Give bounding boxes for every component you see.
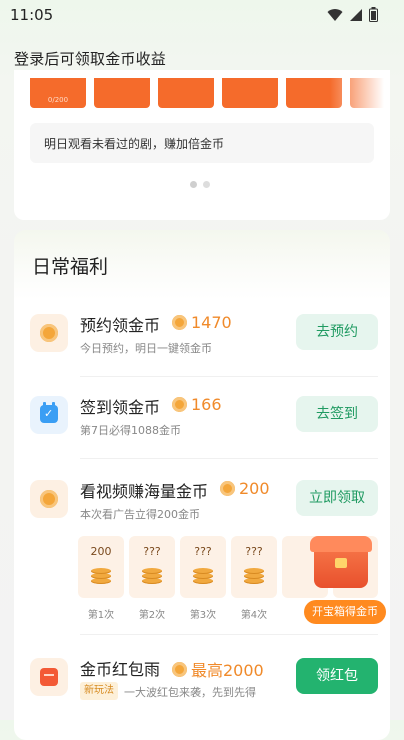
- coin-icon: [220, 481, 235, 496]
- claim-now-button[interactable]: 立即领取: [296, 480, 378, 516]
- task-reserve: 预约领金币 1470 今日预约，明日一键领金币 去预约: [30, 310, 378, 370]
- reward-tile: 0/200: [30, 78, 86, 108]
- coin-icon: [172, 661, 187, 677]
- status-time: 11:05: [10, 6, 54, 24]
- open-chest-button[interactable]: 开宝箱得金币: [304, 600, 386, 624]
- task-coin-rain: 金币红包雨 最高2000 新玩法 一大波红包来袭，先到先得 领红包: [30, 654, 378, 714]
- reserve-button[interactable]: 去预约: [296, 314, 378, 350]
- task-reward: 200: [220, 479, 270, 498]
- video-reward-tile[interactable]: ???: [180, 536, 226, 598]
- treasure-chest-icon[interactable]: [304, 532, 378, 608]
- coin-stack-icon: [91, 568, 111, 584]
- video-reward-amount: ???: [194, 545, 212, 558]
- carousel-dot-active[interactable]: [190, 181, 197, 188]
- reward-tile: [94, 78, 150, 108]
- reward-tile: [158, 78, 214, 108]
- daily-title: 日常福利: [32, 256, 109, 278]
- video-reward-amount: 200: [90, 545, 112, 558]
- tip-box: 明日观看未看过的剧，赚加倍金币: [30, 123, 374, 163]
- task-subtitle: 一大波红包来袭，先到先得: [124, 686, 256, 699]
- video-reward-label: 第4次: [240, 610, 268, 621]
- video-reward-tile[interactable]: ???: [129, 536, 175, 598]
- task-watch-video: 看视频赚海量金币 200 本次看广告立得200金币 立即领取: [30, 476, 378, 536]
- new-feature-badge: 新玩法: [80, 682, 118, 700]
- coin-icon: [172, 315, 187, 330]
- video-reward-label: 第2次: [138, 610, 166, 621]
- task-subtitle: 本次看广告立得200金币: [80, 508, 200, 521]
- task-reward-value: 200: [239, 479, 270, 498]
- battery-icon: [369, 7, 378, 22]
- task-checkin: 签到领金币 166 第7日必得1088金币 去签到: [30, 392, 378, 452]
- red-envelope-icon: [40, 668, 58, 686]
- task-reward: 最高2000: [172, 657, 264, 681]
- reward-tile-caption: 0/200: [47, 96, 69, 104]
- tiles-fade: [330, 78, 390, 108]
- get-red-envelope-button[interactable]: 领红包: [296, 658, 378, 694]
- top-card: 0/200 明日观看未看过的剧，赚加倍金币: [14, 70, 390, 220]
- coin-stack-icon: [193, 568, 213, 584]
- status-bar: 11:05: [0, 0, 404, 32]
- divider: [80, 376, 378, 377]
- task-reward-value: 166: [191, 395, 222, 414]
- coin-icon: [40, 490, 58, 508]
- task-icon-bg: [30, 396, 68, 434]
- coin-icon: [40, 324, 58, 342]
- task-reward: 1470: [172, 313, 232, 332]
- task-icon-bg: [30, 314, 68, 352]
- coin-icon: [172, 397, 187, 412]
- calendar-check-icon: [40, 402, 58, 423]
- status-icons: [327, 7, 378, 22]
- divider: [80, 458, 378, 459]
- wifi-icon: [327, 8, 343, 21]
- video-reward-tile[interactable]: 200: [78, 536, 124, 598]
- task-reward-value: 最高2000: [191, 661, 264, 680]
- video-reward-tile[interactable]: ???: [231, 536, 277, 598]
- carousel-dots[interactable]: [190, 181, 210, 188]
- task-name: 看视频赚海量金币: [80, 482, 209, 501]
- login-banner-text: 登录后可领取金币收益: [14, 50, 167, 68]
- reward-tile: [222, 78, 278, 108]
- carousel-dot[interactable]: [203, 181, 210, 188]
- video-reward-grid: 200 第1次 ??? 第2次 ??? 第3次 ??? 第4次 开宝箱得金币: [78, 536, 386, 626]
- tip-text: 明日观看未看过的剧，赚加倍金币: [44, 137, 225, 151]
- coin-stack-icon: [244, 568, 264, 584]
- task-icon-bg: [30, 480, 68, 518]
- divider: [80, 634, 378, 635]
- checkin-button[interactable]: 去签到: [296, 396, 378, 432]
- task-subtitle: 第7日必得1088金币: [80, 424, 181, 437]
- video-reward-label: 第3次: [189, 610, 217, 621]
- task-icon-bg: [30, 658, 68, 696]
- coin-stack-icon: [142, 568, 162, 584]
- task-subtitle: 今日预约，明日一键领金币: [80, 342, 212, 355]
- daily-benefits-card: 日常福利 预约领金币 1470 今日预约，明日一键领金币 去预约 签到领金币 1…: [14, 230, 390, 740]
- video-reward-label: 第1次: [87, 610, 115, 621]
- video-reward-amount: ???: [143, 545, 161, 558]
- task-name: 签到领金币: [80, 398, 161, 417]
- task-name: 金币红包雨: [80, 660, 161, 679]
- cellular-icon: [350, 8, 362, 21]
- task-name: 预约领金币: [80, 316, 161, 335]
- task-reward-value: 1470: [191, 313, 232, 332]
- task-reward: 166: [172, 395, 222, 414]
- video-reward-amount: ???: [245, 545, 263, 558]
